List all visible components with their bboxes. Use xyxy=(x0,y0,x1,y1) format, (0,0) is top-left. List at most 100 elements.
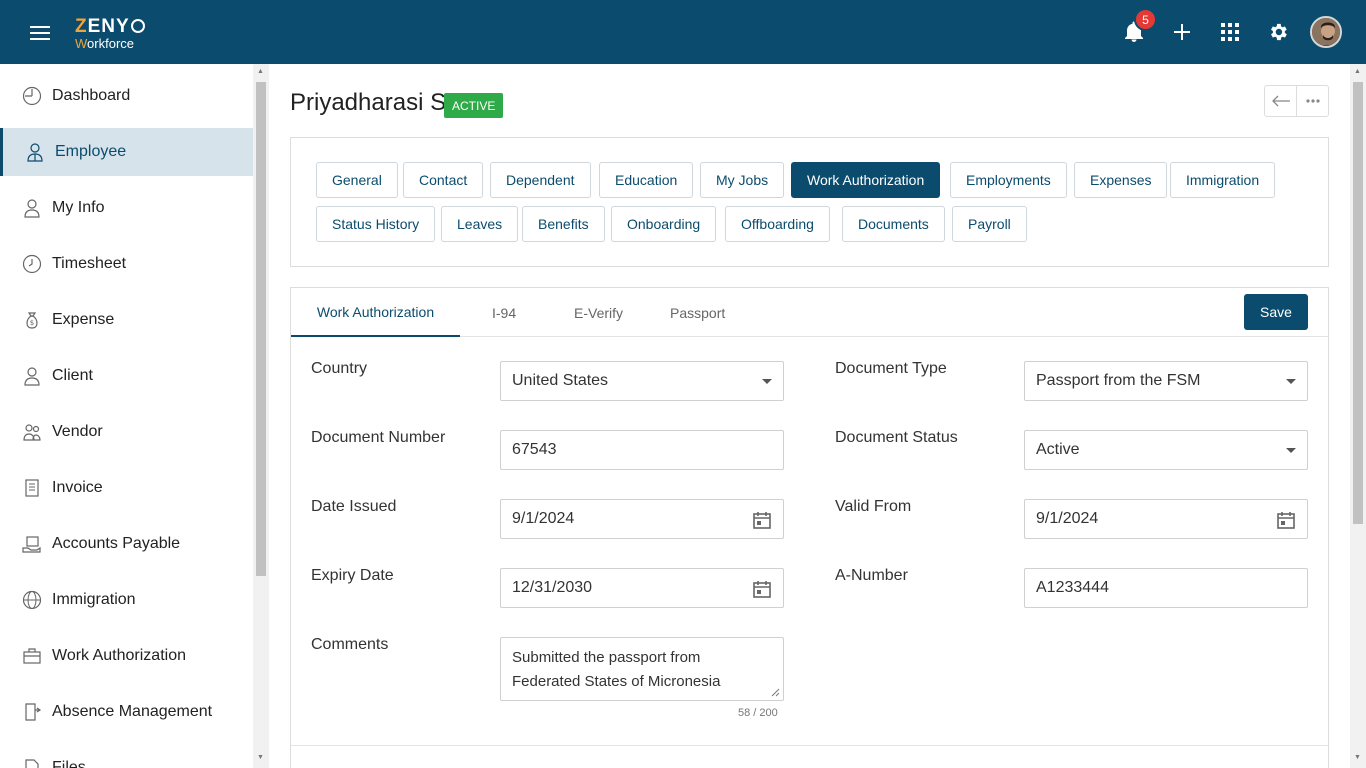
tab-immigration[interactable]: Immigration xyxy=(1170,162,1276,198)
main-scrollbar[interactable]: ▲ ▼ xyxy=(1350,64,1366,768)
tab-offboarding[interactable]: Offboarding xyxy=(725,206,830,242)
sidebar-item-dashboard[interactable]: Dashboard xyxy=(0,72,253,120)
chevron-down-icon xyxy=(1286,448,1296,453)
tab-education[interactable]: Education xyxy=(599,162,694,198)
door-icon xyxy=(22,702,42,722)
sidebar-item-accounts-payable[interactable]: Accounts Payable xyxy=(0,520,253,568)
expiry-date-value: 12/31/2030 xyxy=(512,579,593,596)
sidebar-item-files[interactable]: Files xyxy=(0,744,253,768)
document-number-label: Document Number xyxy=(311,429,446,446)
employee-icon xyxy=(25,142,45,162)
sidebar-item-label: Timesheet xyxy=(52,255,127,272)
sidebar-item-label: Files xyxy=(52,759,86,768)
document-status-label: Document Status xyxy=(835,429,958,446)
vendor-icon xyxy=(22,422,42,442)
country-select[interactable]: United States xyxy=(500,361,784,401)
tab-employments[interactable]: Employments xyxy=(950,162,1067,198)
notification-badge: 5 xyxy=(1134,8,1157,31)
person-icon xyxy=(22,198,42,218)
date-issued-input[interactable]: 9/1/2024 xyxy=(500,499,784,539)
comments-label: Comments xyxy=(311,636,389,653)
subtab-i94[interactable]: I-94 xyxy=(492,288,516,337)
sidebar-item-label: Invoice xyxy=(52,479,103,496)
document-type-label: Document Type xyxy=(835,360,947,377)
top-bar: ZENY Workforce 5 xyxy=(0,0,1366,64)
apps-grid-icon[interactable] xyxy=(1216,18,1244,46)
sidebar-item-timesheet[interactable]: Timesheet xyxy=(0,240,253,288)
date-issued-label: Date Issued xyxy=(311,498,397,515)
main-content: Priyadharasi S ACTIVE General Contact De… xyxy=(269,64,1350,768)
scrollbar-thumb[interactable] xyxy=(256,82,266,576)
document-number-value: 67543 xyxy=(512,441,557,458)
date-issued-value: 9/1/2024 xyxy=(512,510,575,527)
avatar[interactable] xyxy=(1310,16,1342,48)
save-button[interactable]: Save xyxy=(1244,294,1308,330)
menu-icon[interactable] xyxy=(30,26,50,40)
valid-from-input[interactable]: 9/1/2024 xyxy=(1024,499,1308,539)
gear-icon[interactable] xyxy=(1264,18,1292,46)
tab-dependent[interactable]: Dependent xyxy=(490,162,591,198)
work-authorization-form: Work Authorization I-94 E-Verify Passpor… xyxy=(290,287,1329,768)
sidebar-item-employee[interactable]: Employee xyxy=(0,128,253,176)
comments-value: Submitted the passport from Federated St… xyxy=(512,649,721,690)
tab-payroll[interactable]: Payroll xyxy=(952,206,1027,242)
back-arrow-icon[interactable] xyxy=(1265,86,1297,116)
tab-benefits[interactable]: Benefits xyxy=(522,206,605,242)
subtab-e-verify[interactable]: E-Verify xyxy=(574,288,623,337)
tab-work-authorization[interactable]: Work Authorization xyxy=(791,162,941,198)
payable-icon xyxy=(22,534,42,554)
divider xyxy=(291,745,1328,746)
dashboard-icon xyxy=(22,86,42,106)
tab-contact[interactable]: Contact xyxy=(403,162,484,198)
sidebar-item-label: Expense xyxy=(52,311,115,328)
sidebar-item-my-info[interactable]: My Info xyxy=(0,184,253,232)
expiry-date-input[interactable]: 12/31/2030 xyxy=(500,568,784,608)
scroll-up-icon[interactable]: ▲ xyxy=(257,68,264,75)
comments-textarea[interactable]: Submitted the passport from Federated St… xyxy=(500,637,784,701)
calendar-icon[interactable] xyxy=(753,511,771,534)
document-status-select[interactable]: Active xyxy=(1024,430,1308,470)
subtab-work-authorization[interactable]: Work Authorization xyxy=(291,288,460,337)
sidebar-item-invoice[interactable]: Invoice xyxy=(0,464,253,512)
sidebar-item-expense[interactable]: $ Expense xyxy=(0,296,253,344)
scroll-down-icon[interactable]: ▼ xyxy=(257,754,264,761)
subtab-passport[interactable]: Passport xyxy=(670,288,725,337)
tab-documents[interactable]: Documents xyxy=(842,206,945,242)
sidebar-item-immigration[interactable]: Immigration xyxy=(0,576,253,624)
sidebar-item-client[interactable]: Client xyxy=(0,352,253,400)
tab-onboarding[interactable]: Onboarding xyxy=(611,206,717,242)
header-actions xyxy=(1264,85,1329,117)
chevron-down-icon xyxy=(762,379,772,384)
logo[interactable]: ZENY Workforce xyxy=(75,17,145,50)
scrollbar-thumb[interactable] xyxy=(1353,82,1363,524)
sidebar-item-label: Employee xyxy=(55,143,127,160)
scroll-down-icon[interactable]: ▼ xyxy=(1354,754,1361,761)
calendar-icon[interactable] xyxy=(753,580,771,603)
tab-expenses[interactable]: Expenses xyxy=(1074,162,1168,198)
resize-handle-icon[interactable] xyxy=(771,688,780,697)
sidebar-item-absence-management[interactable]: Absence Management xyxy=(0,688,253,736)
tab-general[interactable]: General xyxy=(316,162,398,198)
document-status-value: Active xyxy=(1036,441,1080,458)
sidebar-item-label: Absence Management xyxy=(52,703,213,720)
tab-status-history[interactable]: Status History xyxy=(316,206,436,242)
sidebar-scrollbar[interactable]: ▲ ▼ xyxy=(253,64,269,768)
calendar-icon[interactable] xyxy=(1277,511,1295,534)
user-icon xyxy=(22,366,42,386)
document-type-select[interactable]: Passport from the FSM xyxy=(1024,361,1308,401)
add-icon[interactable] xyxy=(1168,18,1196,46)
sidebar-item-label: Immigration xyxy=(52,591,136,608)
tab-leaves[interactable]: Leaves xyxy=(441,206,519,242)
document-number-input[interactable]: 67543 xyxy=(500,430,784,470)
briefcase-icon xyxy=(22,646,42,666)
file-icon xyxy=(22,758,42,768)
sidebar-item-vendor[interactable]: Vendor xyxy=(0,408,253,456)
status-badge: ACTIVE xyxy=(444,93,504,118)
document-type-value: Passport from the FSM xyxy=(1036,372,1201,389)
invoice-icon xyxy=(22,478,42,498)
sidebar-item-work-authorization[interactable]: Work Authorization xyxy=(0,632,253,680)
a-number-input[interactable]: A1233444 xyxy=(1024,568,1308,608)
more-icon[interactable] xyxy=(1297,86,1328,116)
scroll-up-icon[interactable]: ▲ xyxy=(1354,68,1361,75)
tab-my-jobs[interactable]: My Jobs xyxy=(700,162,785,198)
